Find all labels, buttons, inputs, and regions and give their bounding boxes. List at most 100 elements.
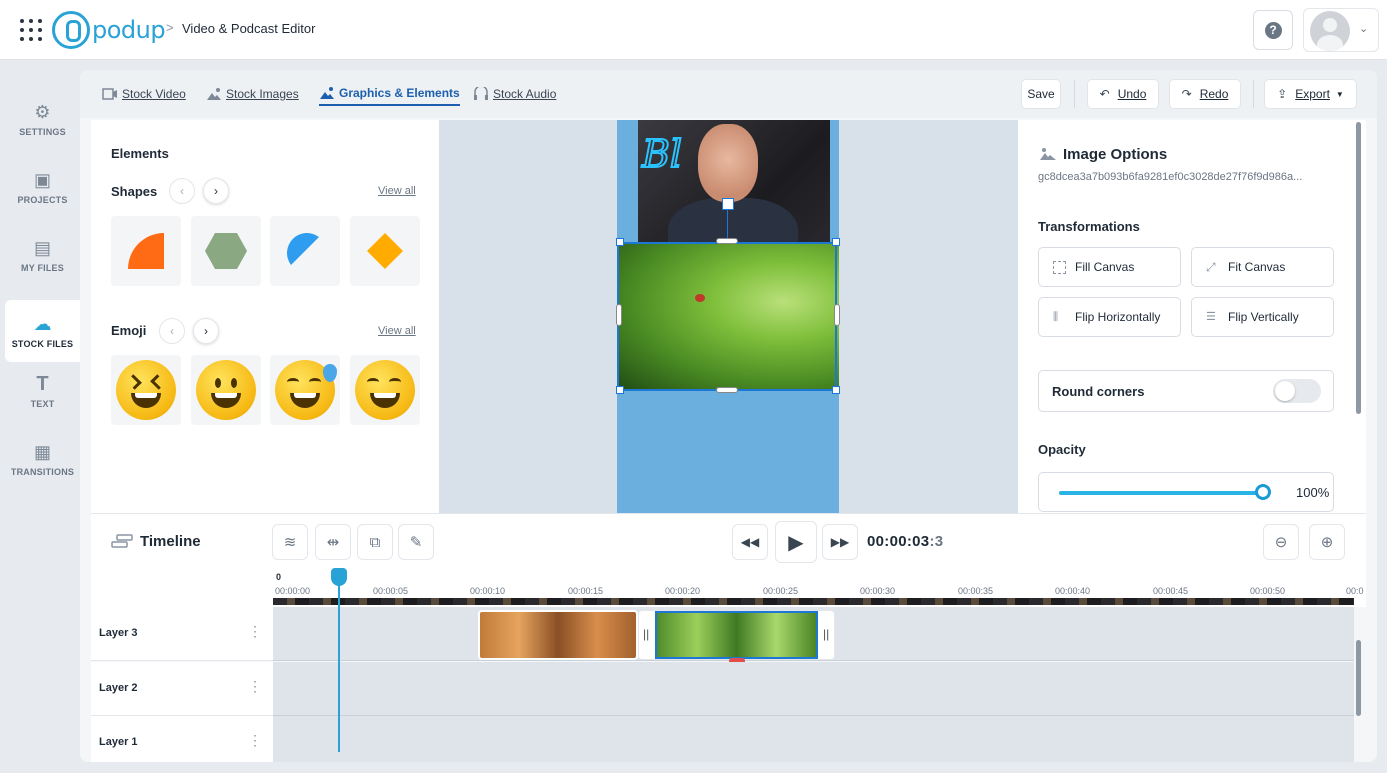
resize-handle-bottom[interactable] <box>716 387 738 393</box>
resize-handle-left[interactable] <box>616 304 622 326</box>
resize-handle-top-left[interactable] <box>616 238 624 246</box>
undo-button[interactable]: ↶ Undo <box>1087 79 1159 109</box>
save-button[interactable]: Save <box>1021 79 1061 109</box>
resize-handle-top-right[interactable] <box>832 238 840 246</box>
ruler-label: 00:00:20 <box>665 586 701 596</box>
resize-handle-right[interactable] <box>834 304 840 326</box>
canvas-area: Bl <box>439 120 1018 513</box>
layer-track[interactable]: || || <box>273 607 1354 661</box>
layers-button[interactable]: ≋ <box>272 524 308 560</box>
opacity-slider-thumb[interactable] <box>1255 484 1271 500</box>
detach-audio-button[interactable]: ⧉ <box>357 524 393 560</box>
tab-stock-audio[interactable]: Stock Audio <box>473 82 556 106</box>
more-vertical-icon[interactable]: ⋮ <box>248 623 262 640</box>
emoji-sweat-smile[interactable] <box>270 355 340 425</box>
apps-grid-icon[interactable] <box>20 19 42 41</box>
image-options-panel: Image Options gc8dcea3a7b093b6fa9281ef0c… <box>1018 120 1366 513</box>
help-button[interactable]: ? <box>1253 10 1293 50</box>
shape-hexagon[interactable] <box>191 216 261 286</box>
emoji-view-all-link[interactable]: View all <box>378 325 416 337</box>
zoom-out-button[interactable]: ⊖ <box>1263 524 1299 560</box>
speaker-head-graphic <box>698 124 758 202</box>
sweat-drop-icon <box>323 364 337 382</box>
chevron-right-icon: › <box>204 324 208 338</box>
shapes-view-all-link[interactable]: View all <box>378 185 416 197</box>
sidebar-item-label: PROJECTS <box>17 195 68 205</box>
flip-horizontally-button[interactable]: ⫼ Flip Horizontally <box>1038 297 1181 337</box>
shapes-prev-button[interactable]: ‹ <box>169 178 195 204</box>
resize-handle-bottom-left[interactable] <box>616 386 624 394</box>
playhead-handle[interactable] <box>331 568 347 586</box>
emoji-grinning[interactable] <box>191 355 261 425</box>
round-corners-toggle[interactable] <box>1273 379 1321 403</box>
logo-mic-icon <box>52 11 90 49</box>
emoji-smile[interactable] <box>350 355 420 425</box>
redo-button[interactable]: ↷ Redo <box>1169 79 1241 109</box>
shape-quarter-circle[interactable] <box>111 216 181 286</box>
sidebar-item-label: STOCK FILES <box>11 339 74 349</box>
emoji-laughing[interactable] <box>111 355 181 425</box>
sidebar-item-stock-files[interactable]: ☁ STOCK FILES <box>5 300 80 362</box>
ruler-label: 00:00:10 <box>470 586 506 596</box>
emoji-next-button[interactable]: › <box>193 318 219 344</box>
play-button[interactable]: ▶ <box>775 521 817 563</box>
clip-trim-handle-right[interactable]: || <box>823 627 829 641</box>
sidebar-item-text[interactable]: T TEXT <box>5 360 80 422</box>
undo-label: Undo <box>1117 87 1147 101</box>
rewind-button[interactable]: ◀◀ <box>732 524 768 560</box>
stock-tabs-bar: Stock Video Stock Images Graphics & Elem… <box>80 70 1377 118</box>
timeline-scrollbar[interactable] <box>1356 640 1361 716</box>
leaf-clip[interactable]: || || <box>638 610 835 660</box>
sidebar-item-projects[interactable]: ▣ PROJECTS <box>5 156 80 218</box>
layer-label[interactable]: Layer 3 ⋮ <box>91 607 273 661</box>
tab-graphics-elements[interactable]: Graphics & Elements <box>319 82 460 106</box>
fast-forward-button[interactable]: ▶▶ <box>822 524 858 560</box>
more-vertical-icon[interactable]: ⋮ <box>248 732 262 749</box>
layer-name: Layer 2 <box>99 682 138 694</box>
video-canvas[interactable]: Bl <box>616 120 840 513</box>
sidebar-item-my-files[interactable]: ▤ MY FILES <box>5 224 80 286</box>
more-vertical-icon[interactable]: ⋮ <box>248 678 262 695</box>
timeline-ruler[interactable]: 0 00:00:00 00:00:05 00:00:10 00:00:15 00… <box>273 569 1366 607</box>
top-bar: podup > Video & Podcast Editor ? ⌄ <box>0 0 1387 60</box>
clip-trim-handle-left[interactable]: || <box>643 627 649 641</box>
opacity-slider-track[interactable] <box>1059 491 1263 495</box>
tab-stock-images[interactable]: Stock Images <box>206 82 299 106</box>
zoom-out-icon: ⊖ <box>1274 534 1288 551</box>
sidebar-item-transitions[interactable]: ▦ TRANSITIONS <box>5 428 80 490</box>
tab-stock-video[interactable]: Stock Video <box>102 82 186 106</box>
export-button[interactable]: ⇪ Export ▼ <box>1264 79 1357 109</box>
tab-label: Graphics & Elements <box>339 86 460 100</box>
zoom-in-button[interactable]: ⊕ <box>1309 524 1345 560</box>
smile-emoji-icon <box>355 360 415 420</box>
rotate-handle[interactable] <box>722 198 734 210</box>
edit-button[interactable]: ✎ <box>398 524 434 560</box>
fit-canvas-button[interactable]: ⤢ Fit Canvas <box>1191 247 1334 287</box>
image-icon <box>1040 148 1056 160</box>
fast-forward-icon: ▶▶ <box>830 535 850 549</box>
resize-handle-top[interactable] <box>716 238 738 244</box>
fill-canvas-button[interactable]: Fill Canvas <box>1038 247 1181 287</box>
emoji-prev-button[interactable]: ‹ <box>159 318 185 344</box>
timeline-icon <box>111 534 133 548</box>
ruler-label: 00:00:25 <box>763 586 799 596</box>
layer-label[interactable]: Layer 2 ⋮ <box>91 662 273 716</box>
cloud-icon: ☁ <box>33 314 52 334</box>
user-menu[interactable]: ⌄ <box>1303 8 1379 52</box>
split-button[interactable]: ⇹ <box>315 524 351 560</box>
sidebar-item-settings[interactable]: ⚙ SETTINGS <box>5 88 80 150</box>
quarter-circle-shape <box>128 233 164 269</box>
shape-diamond[interactable] <box>350 216 420 286</box>
resize-handle-bottom-right[interactable] <box>832 386 840 394</box>
layer-label[interactable]: Layer 1 ⋮ <box>91 716 273 762</box>
ruler-label: 00:00:05 <box>373 586 409 596</box>
podup-logo[interactable]: podup <box>52 11 166 49</box>
options-scrollbar[interactable] <box>1356 122 1361 414</box>
flip-vertically-button[interactable]: ☰ Flip Vertically <box>1191 297 1334 337</box>
gear-icon: ⚙ <box>34 102 51 122</box>
layer-track[interactable] <box>273 716 1354 762</box>
shape-half-circle[interactable] <box>270 216 340 286</box>
shapes-next-button[interactable]: › <box>203 178 229 204</box>
desert-clip[interactable] <box>478 610 638 660</box>
layer-track[interactable] <box>273 662 1354 716</box>
